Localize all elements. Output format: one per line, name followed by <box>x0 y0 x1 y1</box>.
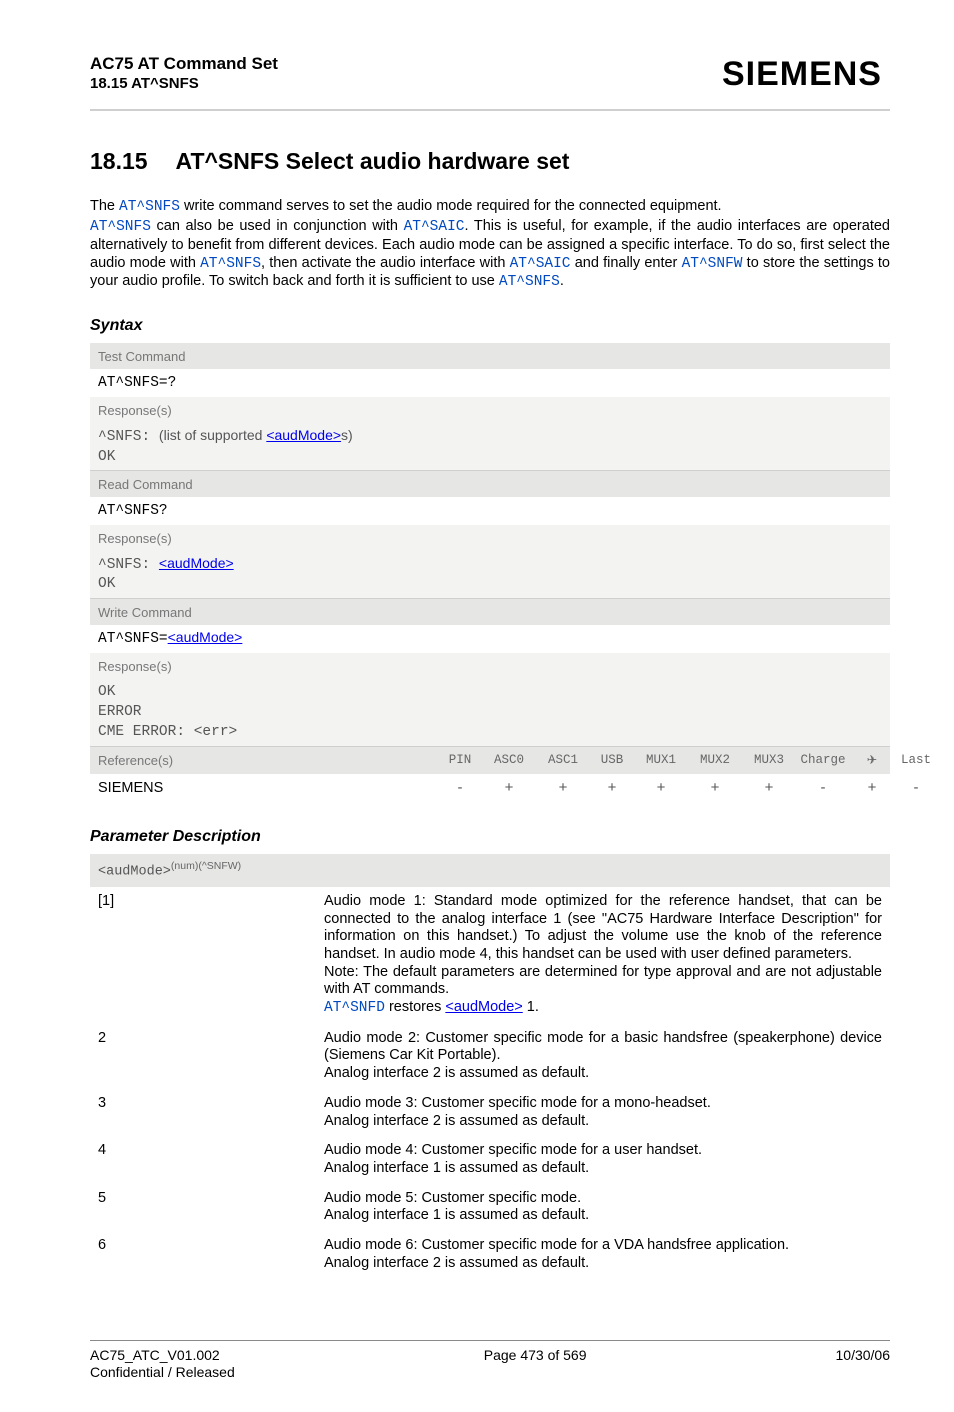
col-usb: USB <box>590 753 634 768</box>
write-resp-error: ERROR <box>98 704 142 720</box>
write-resp-ok: OK <box>98 684 115 700</box>
link-atsaic-2[interactable]: AT^SAIC <box>510 256 571 272</box>
label-test-command: Test Command <box>90 343 890 369</box>
param-desc-heading: Parameter Description <box>90 827 890 847</box>
doc-subtitle: 18.15 AT^SNFS <box>90 75 278 93</box>
col-mux3: MUX3 <box>742 753 796 768</box>
link-atsnfs[interactable]: AT^SNFS <box>119 199 180 215</box>
col-mux1: MUX1 <box>634 753 688 768</box>
param-audmode: <audMode> <box>98 865 171 880</box>
link-atsnfd[interactable]: AT^SNFD <box>324 1000 385 1016</box>
val-asc0: + <box>482 779 536 797</box>
test-resp-text-1: (list of supported <box>159 427 266 443</box>
syntax-table: Test Command AT^SNFS=? Response(s) ^SNFS… <box>90 343 890 745</box>
footer-center: Page 473 of 569 <box>484 1347 587 1381</box>
param-key-6: 6 <box>90 1231 316 1278</box>
support-matrix-values: - + + + + + + - + - <box>438 779 938 797</box>
val-mux2: + <box>688 779 742 797</box>
write-resp-cme-prefix: CME ERROR: <box>98 724 194 740</box>
param-desc-4: Audio mode 4: Customer specific mode for… <box>316 1136 890 1183</box>
col-asc0: ASC0 <box>482 753 536 768</box>
brand-logo: SIEMENS <box>722 54 890 95</box>
intro-paragraph-2: AT^SNFS can also be used in conjunction … <box>90 218 890 292</box>
page-header: AC75 AT Command Set 18.15 AT^SNFS SIEMEN… <box>90 54 890 95</box>
label-responses-1: Response(s) <box>90 397 890 423</box>
link-audmode-2[interactable]: <audMode> <box>159 555 234 571</box>
col-pin: PIN <box>438 753 482 768</box>
page-footer: AC75_ATC_V01.002 Confidential / Released… <box>90 1340 890 1381</box>
link-atsaic[interactable]: AT^SAIC <box>404 219 465 235</box>
link-audmode-1[interactable]: <audMode> <box>266 427 341 443</box>
param-desc-1: Audio mode 1: Standard mode optimized fo… <box>316 887 890 1024</box>
footer-rule <box>90 1340 890 1341</box>
link-atsnfs-2[interactable]: AT^SNFS <box>90 219 151 235</box>
test-resp-text-2: s) <box>341 427 353 443</box>
section-title: AT^SNFS Select audio hardware set <box>176 148 570 174</box>
header-rule <box>90 109 890 111</box>
link-atsnfs-4[interactable]: AT^SNFS <box>499 274 560 290</box>
val-last: - <box>894 779 938 797</box>
col-asc1: ASC1 <box>536 753 590 768</box>
param-desc-2: Audio mode 2: Customer specific mode for… <box>316 1024 890 1089</box>
support-matrix-header: PIN ASC0 ASC1 USB MUX1 MUX2 MUX3 Charge … <box>438 753 938 768</box>
footer-right: 10/30/06 <box>836 1347 891 1381</box>
param-key-4: 4 <box>90 1136 316 1183</box>
param-desc-header: <audMode>(num)(^SNFW) <box>90 854 890 887</box>
param-desc-3: Audio mode 3: Customer specific mode for… <box>316 1089 890 1136</box>
param-row-5: 5 Audio mode 5: Customer specific mode. … <box>90 1184 890 1231</box>
link-atsnfw[interactable]: AT^SNFW <box>682 256 743 272</box>
test-command-text: AT^SNFS=? <box>98 375 176 391</box>
param-row-2: 2 Audio mode 2: Customer specific mode f… <box>90 1024 890 1089</box>
link-audmode-3[interactable]: <audMode> <box>168 629 243 645</box>
val-charge: - <box>796 779 850 797</box>
param-desc-6: Audio mode 6: Customer specific mode for… <box>316 1231 890 1278</box>
param-row-4: 4 Audio mode 4: Customer specific mode f… <box>90 1136 890 1183</box>
write-resp-cme-err: <err> <box>194 724 238 740</box>
val-pin: - <box>438 779 482 797</box>
label-read-command: Read Command <box>90 471 890 497</box>
param-key-1: [1] <box>90 887 316 1024</box>
val-mux3: + <box>742 779 796 797</box>
footer-left: AC75_ATC_V01.002 Confidential / Released <box>90 1347 235 1381</box>
param-desc-table: <audMode>(num)(^SNFW) [1] Audio mode 1: … <box>90 854 890 1278</box>
val-usb: + <box>590 779 634 797</box>
link-atsnfs-3[interactable]: AT^SNFS <box>200 256 261 272</box>
section-heading: 18.15 AT^SNFS Select audio hardware set <box>90 147 890 175</box>
val-mux1: + <box>634 779 688 797</box>
section-number: 18.15 <box>90 147 170 175</box>
param-key-3: 3 <box>90 1089 316 1136</box>
label-responses-3: Response(s) <box>90 653 890 679</box>
param-row-3: 3 Audio mode 3: Customer specific mode f… <box>90 1089 890 1136</box>
val-asc1: + <box>536 779 590 797</box>
col-mux2: MUX2 <box>688 753 742 768</box>
doc-title: AC75 AT Command Set <box>90 54 278 75</box>
write-command-prefix: AT^SNFS= <box>98 631 168 647</box>
test-resp-ok: OK <box>98 449 115 465</box>
col-charge: Charge <box>796 753 850 768</box>
read-resp-prefix: ^SNFS: <box>98 557 159 573</box>
reference-header-row: Reference(s) PIN ASC0 ASC1 USB MUX1 MUX2… <box>90 746 890 775</box>
param-row-1: [1] Audio mode 1: Standard mode optimize… <box>90 887 890 1024</box>
label-references: Reference(s) <box>98 753 438 769</box>
param-desc-5: Audio mode 5: Customer specific mode. An… <box>316 1184 890 1231</box>
syntax-heading: Syntax <box>90 316 890 336</box>
read-command-text: AT^SNFS? <box>98 503 168 519</box>
airplane-mode-icon: ✈ <box>850 753 894 768</box>
intro-paragraph-1: The AT^SNFS write command serves to set … <box>90 198 890 217</box>
reference-value-row: SIEMENS - + + + + + + - + - <box>90 774 890 802</box>
label-responses-2: Response(s) <box>90 525 890 551</box>
read-resp-ok: OK <box>98 576 115 592</box>
col-last: Last <box>894 753 938 768</box>
param-key-5: 5 <box>90 1184 316 1231</box>
val-airplane: + <box>850 779 894 797</box>
param-key-2: 2 <box>90 1024 316 1089</box>
param-row-6: 6 Audio mode 6: Customer specific mode f… <box>90 1231 890 1278</box>
test-resp-prefix: ^SNFS: <box>98 429 159 445</box>
param-audmode-sup: (num)(^SNFW) <box>171 860 241 872</box>
label-write-command: Write Command <box>90 599 890 625</box>
reference-value: SIEMENS <box>98 780 438 798</box>
link-audmode-4[interactable]: <audMode> <box>445 999 522 1015</box>
